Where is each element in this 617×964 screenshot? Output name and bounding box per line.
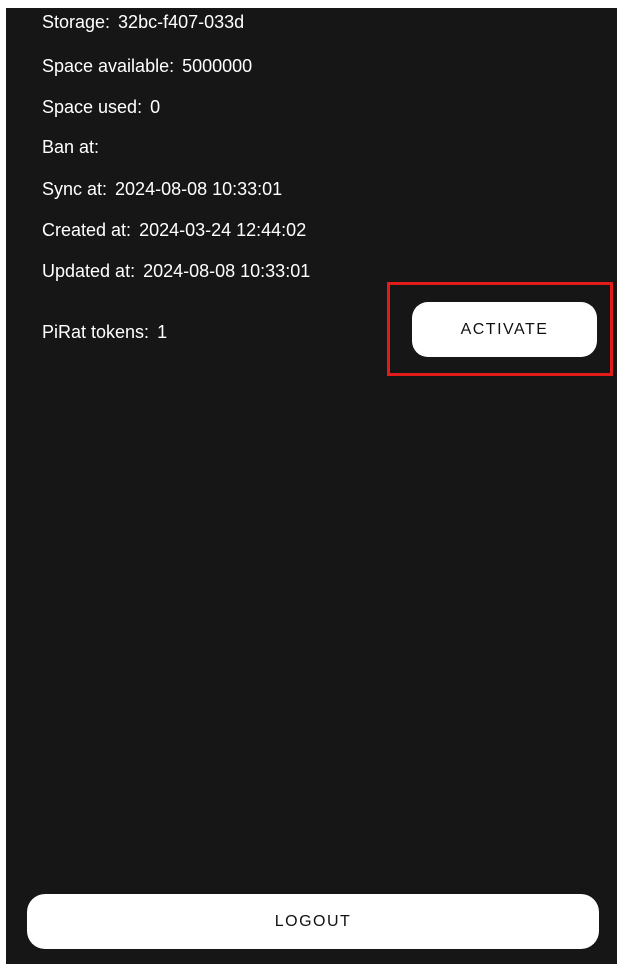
account-screen: Storage: 32bc-f407-033d Space available: 5… xyxy=(6,8,617,964)
updated-at-label: Updated at: xyxy=(42,261,136,281)
space-used-row: Space used: 0 xyxy=(42,95,160,119)
space-used-value: 0 xyxy=(150,97,161,117)
created-at-label: Created at: xyxy=(42,220,132,240)
pirat-tokens-value: 1 xyxy=(157,322,168,342)
ban-at-row: Ban at: xyxy=(42,135,107,159)
sync-at-label: Sync at: xyxy=(42,179,108,199)
activate-button[interactable]: ACTIVATE xyxy=(412,302,597,357)
created-at-value: 2024-03-24 12:44:02 xyxy=(139,220,307,240)
updated-at-row: Updated at: 2024-08-08 10:33:01 xyxy=(42,259,310,283)
created-at-row: Created at: 2024-03-24 12:44:02 xyxy=(42,218,306,242)
space-available-row: Space available: 5000000 xyxy=(42,54,252,78)
storage-label: Storage: xyxy=(42,12,111,32)
storage-value: 32bc-f407-033d xyxy=(118,12,245,32)
space-used-label: Space used: xyxy=(42,97,143,117)
sync-at-value: 2024-08-08 10:33:01 xyxy=(115,179,283,199)
ban-at-label: Ban at: xyxy=(42,137,100,157)
pirat-tokens-row: PiRat tokens: 1 xyxy=(42,320,167,344)
storage-row: Storage: 32bc-f407-033d xyxy=(42,10,244,34)
space-available-value: 5000000 xyxy=(182,56,253,76)
logout-button[interactable]: LOGOUT xyxy=(27,894,599,949)
updated-at-value: 2024-08-08 10:33:01 xyxy=(143,261,311,281)
pirat-tokens-label: PiRat tokens: xyxy=(42,322,150,342)
sync-at-row: Sync at: 2024-08-08 10:33:01 xyxy=(42,177,282,201)
space-available-label: Space available: xyxy=(42,56,175,76)
